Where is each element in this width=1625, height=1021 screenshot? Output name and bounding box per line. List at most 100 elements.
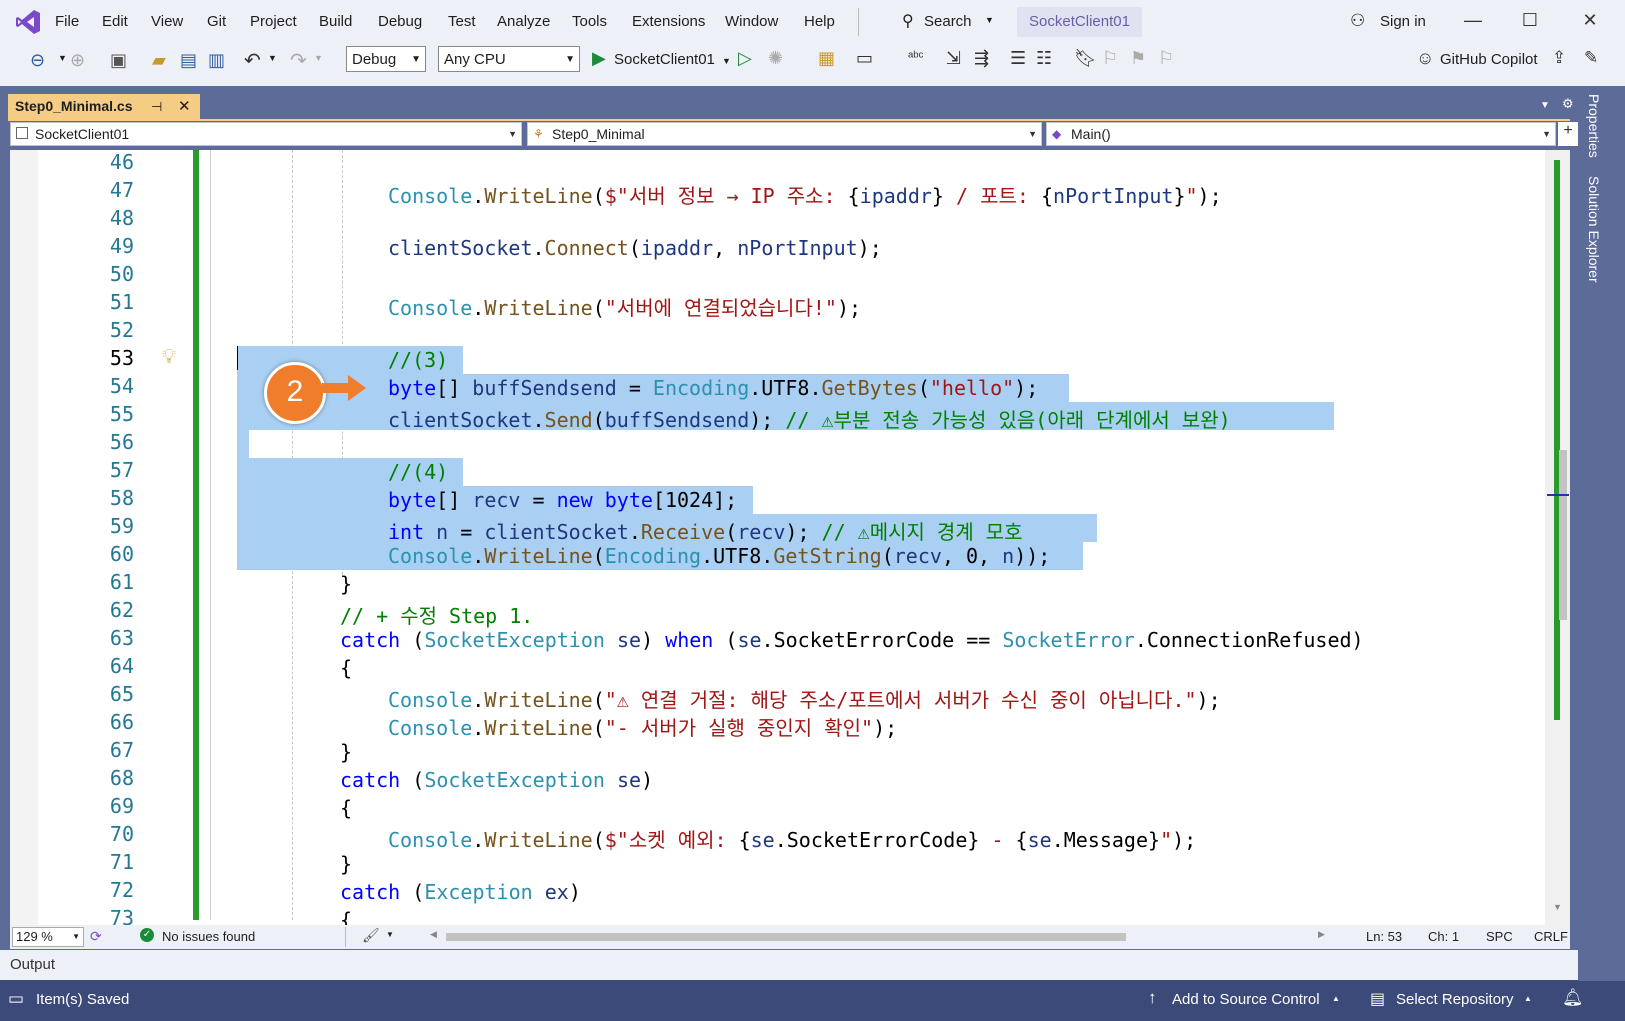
select-repository-button[interactable]: Select Repository: [1396, 991, 1514, 1008]
code-line[interactable]: Console.WriteLine("- 서버가 실행 중인지 확인");: [388, 712, 897, 741]
menu-help[interactable]: Help: [804, 13, 835, 30]
line-indicator[interactable]: Ln: 53: [1366, 929, 1402, 944]
chevron-down-icon[interactable]: ▼: [58, 53, 67, 63]
menu-test[interactable]: Test: [448, 13, 476, 30]
code-line[interactable]: catch (Exception ex): [340, 880, 581, 904]
menu-git[interactable]: Git: [207, 13, 226, 30]
minimize-icon[interactable]: —: [1458, 10, 1488, 34]
code-line[interactable]: catch (SocketException se): [340, 768, 653, 792]
code-line[interactable]: //(3): [388, 348, 448, 372]
document-tab[interactable]: Step0_Minimal.cs ⊣ ✕: [8, 94, 200, 119]
pin-icon[interactable]: ⊣: [151, 94, 162, 119]
chevron-up-icon[interactable]: ▲: [1332, 994, 1340, 1003]
menu-build[interactable]: Build: [319, 13, 352, 30]
close-icon[interactable]: ✕: [1575, 10, 1605, 34]
close-tab-icon[interactable]: ✕: [178, 94, 191, 119]
menu-tools[interactable]: Tools: [572, 13, 607, 30]
member-nav-combo[interactable]: ◆ Main() ▼: [1046, 122, 1556, 146]
code-line[interactable]: }: [340, 740, 352, 764]
copilot-icon[interactable]: ☺: [1416, 48, 1434, 69]
forward-icon[interactable]: ⊕: [70, 50, 85, 71]
code-line[interactable]: }: [340, 852, 352, 876]
code-line[interactable]: //(4): [388, 460, 448, 484]
vertical-scrollbar[interactable]: ▼: [1545, 150, 1570, 925]
sign-in-button[interactable]: Sign in: [1380, 13, 1426, 30]
column-indicator[interactable]: Ch: 1: [1428, 929, 1459, 944]
chevron-down-icon[interactable]: ▼: [268, 53, 277, 63]
uncomment-icon[interactable]: ☷: [1036, 48, 1052, 69]
prev-bookmark-icon[interactable]: ⚐: [1102, 48, 1118, 69]
comment-icon[interactable]: ☰: [1010, 48, 1026, 69]
chevron-down-icon[interactable]: ▼: [386, 930, 394, 939]
code-line[interactable]: int n = clientSocket.Receive(recv); // ⚠…: [388, 516, 1023, 545]
maximize-icon[interactable]: ☐: [1515, 10, 1545, 34]
hot-reload-icon[interactable]: ✺: [768, 48, 783, 69]
folder-view-icon[interactable]: ▦: [818, 48, 835, 69]
copilot-button[interactable]: GitHub Copilot: [1440, 51, 1538, 68]
output-tab[interactable]: Output: [10, 956, 55, 973]
scroll-right-icon[interactable]: ▶: [1318, 929, 1325, 940]
add-to-source-control-button[interactable]: Add to Source Control: [1172, 991, 1320, 1008]
next-bookmark-icon[interactable]: ⚑: [1130, 48, 1146, 69]
code-line[interactable]: Console.WriteLine(Encoding.UTF8.GetStrin…: [388, 544, 1050, 568]
line-ending-indicator[interactable]: CRLF: [1534, 929, 1568, 944]
menu-window[interactable]: Window: [725, 13, 778, 30]
code-line[interactable]: // + 수정 Step 1.: [340, 600, 533, 629]
chevron-up-icon[interactable]: ▲: [1524, 994, 1532, 1003]
open-folder-icon[interactable]: ▰: [152, 50, 166, 71]
spacing-indicator[interactable]: SPC: [1486, 929, 1513, 944]
platform-select[interactable]: Any CPU ▼: [438, 46, 580, 72]
format-icon[interactable]: ⇶: [974, 48, 989, 69]
code-line[interactable]: Console.WriteLine($"서버 정보 → IP 주소: {ipad…: [388, 180, 1222, 209]
menu-debug[interactable]: Debug: [378, 13, 422, 30]
code-line[interactable]: catch (SocketException se) when (se.Sock…: [340, 628, 1364, 652]
solution-explorer-tab[interactable]: Solution Explorer: [1586, 176, 1602, 283]
code-line[interactable]: Console.WriteLine($"소켓 예외: {se.SocketErr…: [388, 824, 1196, 853]
horizontal-scrollbar-thumb[interactable]: [446, 933, 1126, 941]
menu-view[interactable]: View: [151, 13, 183, 30]
back-icon[interactable]: ⊖: [30, 50, 45, 71]
properties-tab[interactable]: Properties: [1586, 94, 1602, 158]
code-line[interactable]: clientSocket.Send(buffSendsend); // ⚠부분 …: [388, 404, 1231, 433]
menu-project[interactable]: Project: [250, 13, 297, 30]
search-box[interactable]: ⚲ Search ▼: [902, 9, 1002, 35]
layout-icon[interactable]: ▭: [856, 48, 873, 69]
feedback-icon[interactable]: ✎: [1584, 48, 1598, 68]
undo-icon[interactable]: ↶: [244, 48, 261, 73]
step-into-icon[interactable]: ⇲: [946, 48, 961, 69]
visual-studio-logo-icon[interactable]: [14, 8, 42, 36]
clear-bookmarks-icon[interactable]: ⚐: [1158, 48, 1174, 69]
code-line[interactable]: }: [340, 572, 352, 596]
project-nav-combo[interactable]: SocketClient01 ▼: [10, 122, 522, 146]
menu-edit[interactable]: Edit: [102, 13, 128, 30]
config-select[interactable]: Debug ▼: [346, 46, 426, 72]
code-line[interactable]: Console.WriteLine("서버에 연결되었습니다!");: [388, 292, 861, 321]
spell-check-icon[interactable]: ᵃᵇᶜ: [908, 48, 923, 64]
zoom-select[interactable]: 129 % ▼: [12, 927, 84, 947]
share-icon[interactable]: ⇪: [1552, 48, 1566, 68]
code-line[interactable]: clientSocket.Connect(ipaddr, nPortInput)…: [388, 236, 882, 260]
scrollbar-thumb[interactable]: [1559, 450, 1567, 620]
chevron-down-icon[interactable]: ▼: [314, 53, 323, 63]
lightbulb-icon[interactable]: 💡︎: [162, 346, 176, 369]
new-item-icon[interactable]: ▣: [110, 50, 127, 71]
notifications-bell-icon[interactable]: 🔔︎: [1562, 988, 1584, 1008]
health-icon[interactable]: ⟳: [90, 928, 102, 945]
split-window-icon[interactable]: +: [1558, 122, 1578, 146]
menu-file[interactable]: File: [55, 13, 79, 30]
code-line[interactable]: byte[] buffSendsend = Encoding.UTF8.GetB…: [388, 376, 1038, 400]
code-cleanup-icon[interactable]: 🖌︎: [362, 927, 380, 944]
start-debug-icon[interactable]: ▶: [592, 48, 606, 69]
chevron-down-icon[interactable]: ▼: [722, 56, 731, 66]
redo-icon[interactable]: ↷: [290, 48, 307, 73]
bookmark-icon[interactable]: 🔖︎: [1074, 48, 1097, 69]
start-without-debug-icon[interactable]: ▷: [738, 48, 752, 69]
tab-list-icon[interactable]: ▼: [1540, 100, 1550, 111]
start-target[interactable]: SocketClient01: [614, 51, 715, 68]
class-nav-combo[interactable]: ⚘ Step0_Minimal ▼: [527, 122, 1042, 146]
code-line[interactable]: {: [340, 796, 352, 820]
code-line[interactable]: byte[] recv = new byte[1024];: [388, 488, 737, 512]
menu-extensions[interactable]: Extensions: [632, 13, 705, 30]
save-icon[interactable]: ▤: [180, 50, 197, 71]
save-all-icon[interactable]: ▥: [208, 50, 225, 71]
